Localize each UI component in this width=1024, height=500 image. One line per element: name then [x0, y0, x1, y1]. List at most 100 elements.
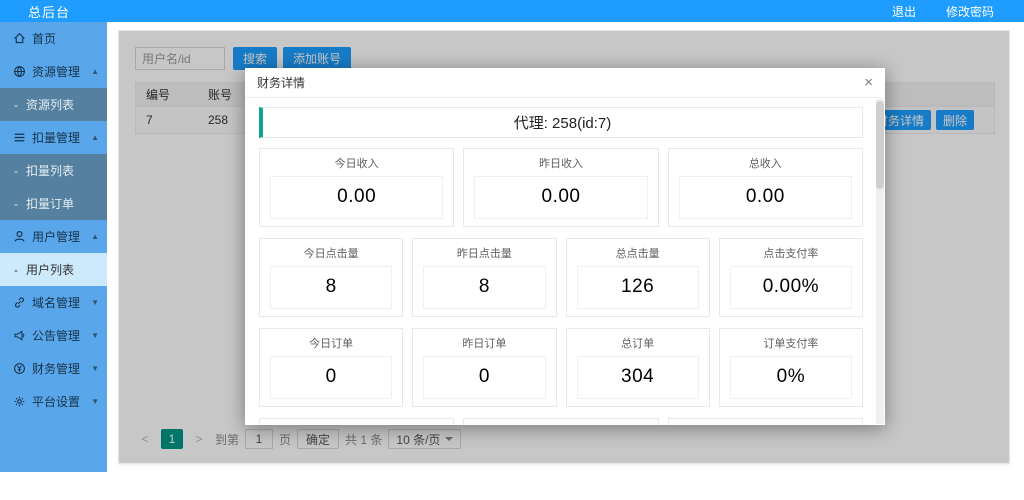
scrollbar-thumb[interactable]: [876, 101, 884, 189]
stat-label: 总收入: [669, 149, 862, 176]
dash-icon: -: [14, 263, 18, 277]
stat-card: 总收入 0.00: [668, 148, 863, 227]
stat-label: 昨日点击量: [413, 239, 555, 266]
stat-value: 304: [578, 357, 698, 398]
modal-title: 财务详情: [257, 74, 305, 91]
dash-icon: -: [14, 164, 18, 178]
stat-card: 昨日订单 0: [412, 328, 556, 407]
stat-card: 昨日点击量 8: [412, 238, 556, 317]
stat-card: 总客户数 0: [668, 418, 863, 425]
stat-label: 昨日收入: [464, 149, 657, 176]
stat-label: 今日点击量: [260, 239, 402, 266]
stat-label: 今日收入: [260, 149, 453, 176]
stat-label: 今日订单: [260, 329, 402, 356]
stat-row-clicks: 今日点击量 8 昨日点击量 8 总点击量 126 点击支付率 0.00%: [259, 238, 863, 317]
sidebar-item-label: 平台设置: [32, 393, 80, 410]
stat-card: 总订单 304: [566, 328, 710, 407]
app-title: 总后台: [28, 2, 70, 21]
stat-value: 0.00: [680, 177, 851, 218]
sidebar-item-resource-list[interactable]: - 资源列表: [0, 88, 107, 121]
stat-label: 总点击量: [567, 239, 709, 266]
stat-card: 点击支付率 0.00%: [719, 238, 863, 317]
finance-icon: [12, 362, 26, 376]
stat-card: 今日点击量 8: [259, 238, 403, 317]
modal-scrollbar[interactable]: [876, 99, 884, 424]
stat-card: 今日收入 0.00: [259, 148, 454, 227]
top-header: 总后台 退出 修改密码: [0, 0, 1024, 22]
modal-header: 财务详情 ×: [245, 68, 885, 98]
change-password-link[interactable]: 修改密码: [946, 3, 994, 20]
stat-label: 总订单: [567, 329, 709, 356]
sidebar-item-user-list[interactable]: - 用户列表: [0, 253, 107, 286]
stat-label: 订单支付率: [720, 329, 862, 356]
stat-value: 0: [424, 357, 544, 398]
sidebar-item-label: 资源管理: [32, 63, 80, 80]
sidebar-item-label: 公告管理: [32, 327, 80, 344]
stat-label: 总客户数: [669, 419, 862, 425]
stat-card: 昨日收入 0.00: [463, 148, 658, 227]
sidebar-item-label: 扣量管理: [32, 129, 80, 146]
app-root: 总后台 退出 修改密码 首页 资源管理 ▲ - 资源列表 扣量管理: [0, 0, 1024, 500]
stat-value: 0.00: [271, 177, 442, 218]
chevron-down-icon: ▼: [91, 364, 99, 373]
sidebar-item-label: 财务管理: [32, 360, 80, 377]
sidebar-item-label: 用户管理: [32, 228, 80, 245]
user-icon: [12, 230, 26, 244]
stat-value: 0: [271, 357, 391, 398]
agent-title: 代理: 258(id:7): [514, 112, 612, 133]
close-icon[interactable]: ×: [864, 75, 873, 90]
stat-card: 订单支付率 0%: [719, 328, 863, 407]
sidebar-item-resources[interactable]: 资源管理 ▲: [0, 55, 107, 88]
chevron-up-icon: ▲: [91, 232, 99, 241]
settings-icon: [12, 395, 26, 409]
sidebar-item-finance[interactable]: 财务管理 ▼: [0, 352, 107, 385]
stat-label: 今日户数: [260, 419, 453, 425]
stat-card: 昨日户数 0: [463, 418, 658, 425]
agent-title-bar: 代理: 258(id:7): [259, 107, 863, 138]
sidebar-item-deduction-orders[interactable]: - 扣量订单: [0, 187, 107, 220]
stat-row-orders: 今日订单 0 昨日订单 0 总订单 304 订单支付率 0%: [259, 328, 863, 407]
sidebar-item-deduction[interactable]: 扣量管理 ▲: [0, 121, 107, 154]
chevron-up-icon: ▲: [91, 133, 99, 142]
stat-value: 8: [271, 267, 391, 308]
sidebar-item-label: 扣量订单: [26, 195, 74, 212]
link-icon: [12, 296, 26, 310]
chevron-up-icon: ▲: [91, 67, 99, 76]
modal-body: 代理: 258(id:7) 今日收入 0.00 昨日收入 0.00 总收入 0.…: [245, 98, 885, 425]
logout-link[interactable]: 退出: [892, 3, 916, 20]
deduction-icon: [12, 131, 26, 145]
chevron-down-icon: ▼: [91, 397, 99, 406]
stat-value: 0.00%: [731, 267, 851, 308]
sidebar-item-label: 用户列表: [26, 261, 74, 278]
stat-value: 8: [424, 267, 544, 308]
home-icon: [12, 32, 26, 46]
announcement-icon: [12, 329, 26, 343]
stat-value: 126: [578, 267, 698, 308]
finance-detail-modal: 财务详情 × 代理: 258(id:7) 今日收入 0.00 昨日收入 0.00…: [245, 68, 885, 425]
stat-value: 0%: [731, 357, 851, 398]
stat-card: 今日户数 0: [259, 418, 454, 425]
sidebar-item-domains[interactable]: 域名管理 ▼: [0, 286, 107, 319]
sidebar-item-label: 域名管理: [32, 294, 80, 311]
sidebar-item-label: 首页: [32, 30, 56, 47]
sidebar-item-users[interactable]: 用户管理 ▲: [0, 220, 107, 253]
dash-icon: -: [14, 197, 18, 211]
sidebar-item-label: 资源列表: [26, 96, 74, 113]
sidebar-item-platform-settings[interactable]: 平台设置 ▼: [0, 385, 107, 418]
chevron-down-icon: ▼: [91, 331, 99, 340]
sidebar-item-announcements[interactable]: 公告管理 ▼: [0, 319, 107, 352]
sidebar-item-label: 扣量列表: [26, 162, 74, 179]
dash-icon: -: [14, 98, 18, 112]
stat-row-income: 今日收入 0.00 昨日收入 0.00 总收入 0.00: [259, 148, 863, 227]
stat-label: 昨日订单: [413, 329, 555, 356]
stat-label: 昨日户数: [464, 419, 657, 425]
sidebar: 首页 资源管理 ▲ - 资源列表 扣量管理 ▲ - 扣量列表 - 扣量订单: [0, 22, 107, 472]
stat-card: 今日订单 0: [259, 328, 403, 407]
stat-value: 0.00: [475, 177, 646, 218]
stat-row-customers: 今日户数 0 昨日户数 0 总客户数 0: [259, 418, 863, 425]
stat-label: 点击支付率: [720, 239, 862, 266]
resource-icon: [12, 65, 26, 79]
sidebar-item-deduction-list[interactable]: - 扣量列表: [0, 154, 107, 187]
chevron-down-icon: ▼: [91, 298, 99, 307]
sidebar-item-home[interactable]: 首页: [0, 22, 107, 55]
